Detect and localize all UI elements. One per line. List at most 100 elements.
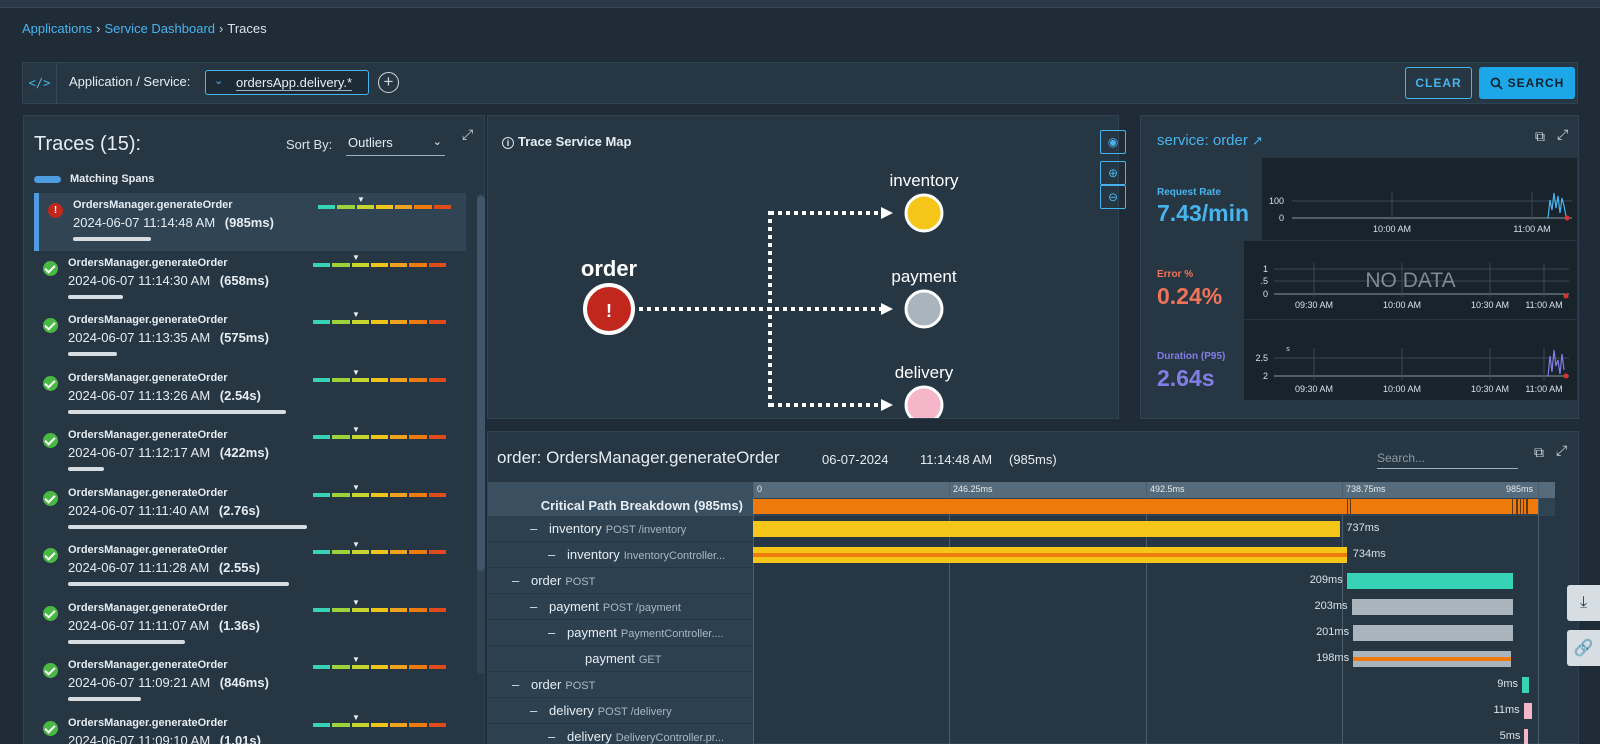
trace-date: 06-07-2024: [822, 452, 889, 467]
span-row-label[interactable]: – inventory InventoryController...: [488, 542, 753, 568]
trace-duration: (2.55s): [218, 560, 261, 575]
span-operation: POST: [565, 576, 596, 588]
trace-list-item[interactable]: OrdersManager.generateOrder 2024-06-07 11…: [34, 251, 466, 309]
trace-duration: (658ms): [219, 272, 269, 288]
breadcrumb: Applications › Service Dashboard › Traces: [22, 21, 267, 36]
trace-list-item[interactable]: OrdersManager.generateOrder 2024-06-07 11…: [34, 481, 466, 539]
span-bar[interactable]: [753, 547, 1347, 563]
span-service-name: order: [531, 573, 562, 588]
payment-node-label: payment: [891, 267, 956, 286]
application-service-label: Application / Service:: [69, 74, 191, 89]
trace-list-item[interactable]: OrdersManager.generateOrder 2024-06-07 11…: [34, 308, 466, 366]
add-filter-button[interactable]: +: [378, 72, 399, 93]
search-button[interactable]: SEARCH: [1479, 67, 1575, 99]
span-bar[interactable]: [1346, 573, 1514, 589]
trace-gantt: Critical Path Breakdown (985ms) 0 246.25m…: [488, 482, 1566, 744]
span-bar[interactable]: [1524, 729, 1529, 744]
histogram-marker-icon: ▼: [352, 367, 360, 377]
payment-node[interactable]: [904, 289, 944, 329]
trace-list-item[interactable]: OrdersManager.generateOrder 2024-06-07 11…: [34, 596, 466, 654]
span-bar[interactable]: [1522, 677, 1530, 693]
center-map-button[interactable]: ◉: [1100, 130, 1126, 154]
service-metrics-panel: service: order ↗ ⧉ ⤢ Request Rate 7.43/m…: [1140, 115, 1579, 419]
delivery-node-label: delivery: [895, 363, 954, 382]
copy-link-button[interactable]: 🔗: [1567, 630, 1600, 666]
span-bar[interactable]: [1353, 625, 1514, 641]
download-button[interactable]: ⤓: [1567, 585, 1600, 621]
expand-icon[interactable]: ⤢: [1556, 442, 1567, 459]
grid-line: [1342, 482, 1343, 744]
application-service-select[interactable]: ⌄ ordersApp.delivery.*: [205, 70, 369, 95]
matching-spans-label: Matching Spans: [70, 173, 155, 185]
error-rate-value: 0.24%: [1157, 283, 1223, 309]
download-icon: ⤓: [1579, 594, 1588, 611]
duration-histogram: [313, 722, 446, 727]
scrollbar-thumb[interactable]: [477, 196, 485, 571]
span-row-label[interactable]: payment GET: [488, 646, 753, 672]
span-row-label[interactable]: – delivery POST /delivery: [488, 698, 753, 724]
trace-list-item[interactable]: OrdersManager.generateOrder 2024-06-07 11…: [34, 538, 466, 596]
span-row-label[interactable]: – order POST: [488, 672, 753, 698]
span-row-label[interactable]: – payment PaymentController....: [488, 620, 753, 646]
span-row-label[interactable]: – payment POST /payment: [488, 594, 753, 620]
span-service-name: payment: [567, 625, 617, 640]
collapse-toggle-icon[interactable]: –: [512, 677, 519, 692]
trace-list-item[interactable]: ! OrdersManager.generateOrder 2024-06-07 1…: [34, 193, 466, 251]
trace-date: 2024-06-07 11:14:48 AM: [73, 215, 216, 230]
y-tick-label: 100: [1269, 196, 1284, 206]
span-bar[interactable]: [1523, 703, 1533, 719]
span-bar[interactable]: [1353, 651, 1511, 667]
trace-list-item[interactable]: OrdersManager.generateOrder 2024-06-07 11…: [34, 711, 466, 744]
collapse-toggle-icon[interactable]: –: [548, 729, 555, 744]
breadcrumb-service-dashboard[interactable]: Service Dashboard: [104, 21, 215, 36]
external-link-icon[interactable]: ↗: [1252, 133, 1263, 148]
trace-list-item[interactable]: OrdersManager.generateOrder 2024-06-07 11…: [34, 653, 466, 711]
breadcrumb-applications[interactable]: Applications: [22, 21, 92, 36]
expand-icon[interactable]: ⤢: [462, 126, 473, 143]
trace-list-item[interactable]: OrdersManager.generateOrder 2024-06-07 11…: [34, 366, 466, 424]
breadcrumb-current: Traces: [227, 21, 267, 36]
span-duration-label: 201ms: [1316, 626, 1350, 638]
code-view-icon[interactable]: </>: [23, 63, 57, 103]
span-search-input[interactable]: Search...: [1377, 448, 1518, 469]
span-service-name: payment: [585, 651, 635, 666]
expand-icon[interactable]: ⤢: [1557, 126, 1568, 143]
collapse-toggle-icon[interactable]: –: [530, 703, 537, 718]
collapse-toggle-icon[interactable]: –: [548, 547, 555, 562]
trace-list-item[interactable]: OrdersManager.generateOrder 2024-06-07 11…: [34, 423, 466, 481]
span-row-label[interactable]: – delivery DeliveryController.pr...: [488, 724, 753, 744]
collapse-toggle-icon[interactable]: –: [548, 625, 555, 640]
service-title[interactable]: service: order ↗: [1157, 132, 1263, 149]
span-row-label[interactable]: – order POST: [488, 568, 753, 594]
duration-p95-label: Duration (P95): [1157, 351, 1226, 362]
delivery-node[interactable]: [904, 385, 944, 418]
critical-path-stripe: [753, 553, 1347, 557]
collapse-toggle-icon[interactable]: –: [530, 521, 537, 536]
sort-by-select[interactable]: Outliers ⌄: [346, 135, 445, 156]
request-rate-chart: 100 0 10:00 AM 11:00 AM: [1262, 158, 1577, 240]
inventory-node[interactable]: [904, 193, 944, 233]
error-rate-label: Error %: [1157, 269, 1194, 280]
chevron-down-icon: ⌄: [432, 136, 442, 148]
restore-icon[interactable]: ⧉: [1535, 128, 1545, 145]
error-icon: !: [606, 301, 612, 321]
span-duration-label: 734ms: [1352, 548, 1386, 560]
collapse-toggle-icon[interactable]: –: [512, 573, 519, 588]
zoom-out-button[interactable]: ⊖: [1100, 185, 1126, 209]
critical-path-segment: [1346, 499, 1349, 514]
span-service: delivery POST /delivery: [549, 703, 672, 718]
trace-date: 2024-06-07 11:11:40 AM: [68, 502, 210, 518]
span-bar[interactable]: [753, 521, 1341, 537]
span-bar[interactable]: [1351, 599, 1514, 615]
span-row-label[interactable]: – inventory POST /inventory: [488, 516, 753, 542]
span-duration-label: 11ms: [1493, 704, 1520, 716]
restore-icon[interactable]: ⧉: [1534, 444, 1544, 461]
zoom-in-button[interactable]: ⊕: [1100, 161, 1126, 185]
duration-histogram: [318, 205, 451, 209]
clear-button[interactable]: CLEAR: [1405, 67, 1472, 99]
duration-bar: [68, 697, 141, 701]
collapse-toggle-icon[interactable]: –: [530, 599, 537, 614]
duration-chart: 2.5 2 s 09:30 AM 10:00 AM 10:30 AM 11:00…: [1244, 320, 1577, 400]
traces-panel: Traces (15): Sort By: Outliers ⌄ ⤢ Match…: [23, 115, 485, 744]
critical-path-segment: [1511, 499, 1514, 514]
